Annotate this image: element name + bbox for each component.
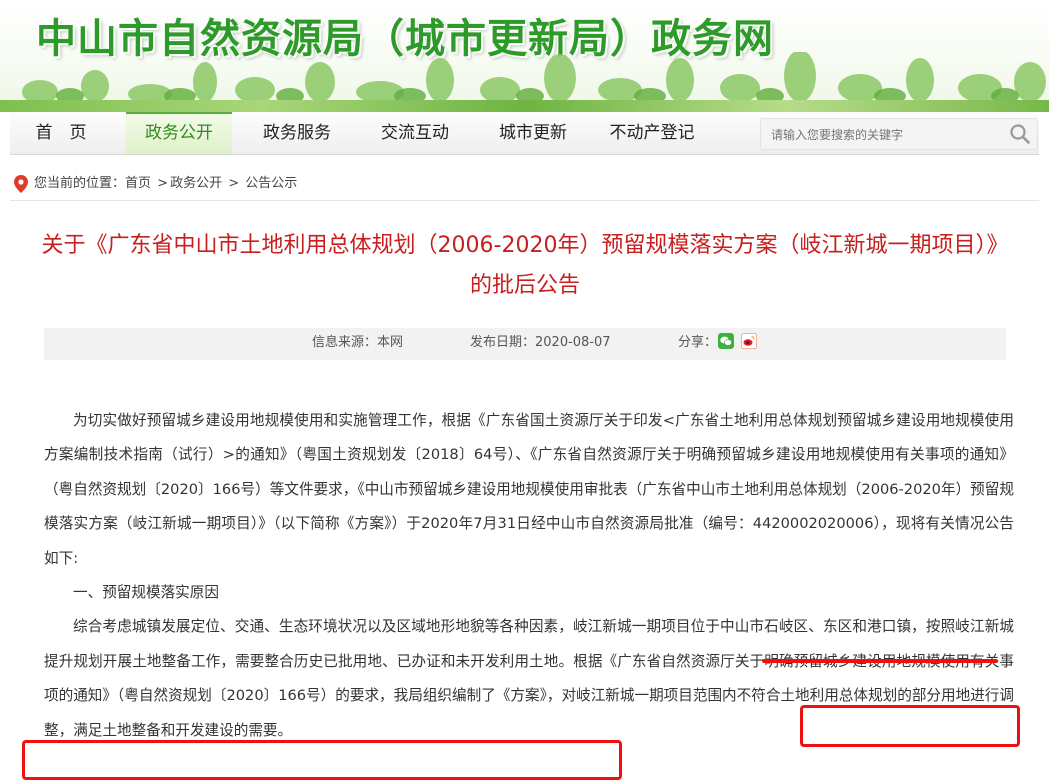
info-source: 信息来源：本网 (312, 335, 404, 350)
nav-item-urban-renewal[interactable]: 城市更新 (480, 112, 586, 154)
search-icon[interactable] (1009, 123, 1031, 145)
search-box (760, 118, 1038, 150)
breadcrumb-announcements[interactable]: 公告公示 (245, 176, 297, 191)
nav-item-real-estate-registration[interactable]: 不动产登记 (594, 112, 710, 154)
breadcrumb-separator: > (157, 176, 169, 191)
article-body: 为切实做好预留城乡建设用地规模使用和实施管理工作，根据《广东省国土资源厅关于印发… (44, 404, 1014, 748)
header-banner: 中山市自然资源局（城市更新局）政务网 (0, 0, 1049, 112)
breadcrumb: 您当前的位置：首页 > 政务公开 > 公告公示 (14, 172, 297, 196)
breadcrumb-government-affairs[interactable]: 政务公开 (170, 176, 222, 191)
breadcrumb-divider (10, 200, 1039, 201)
article-meta-bar: 信息来源：本网 发布日期：2020-08-07 分享： (44, 328, 1006, 360)
breadcrumb-prefix: 您当前的位置： (34, 176, 126, 191)
main-nav: 首 页 政务公开 政务服务 交流互动 城市更新 不动产登记 (10, 112, 1039, 155)
grass-strip (0, 100, 1049, 112)
location-pin-icon (14, 174, 28, 193)
search-input[interactable] (769, 123, 993, 147)
weibo-icon[interactable] (741, 333, 757, 349)
red-highlight-box (22, 740, 622, 780)
section-heading: 一、预留规模落实原因 (73, 584, 219, 602)
red-underline-annotation (762, 659, 998, 663)
publish-date: 发布日期：2020-08-07 (470, 335, 611, 350)
nav-item-government-services[interactable]: 政务服务 (244, 112, 350, 154)
breadcrumb-separator: > (228, 176, 240, 191)
red-highlight-box (800, 705, 1020, 747)
nav-item-government-affairs[interactable]: 政务公开 (126, 112, 232, 154)
tree-decoration (22, 52, 1046, 102)
article-title: 关于《广东省中山市土地利用总体规划（2006-2020年）预留规模落实方案（岐江… (41, 233, 1009, 298)
wechat-icon[interactable] (718, 333, 734, 349)
breadcrumb-home[interactable]: 首页 (125, 176, 151, 191)
nav-item-home[interactable]: 首 页 (10, 112, 112, 154)
nav-item-interaction[interactable]: 交流互动 (362, 112, 468, 154)
share-label: 分享： (678, 335, 718, 350)
article-paragraph: 为切实做好预留城乡建设用地规模使用和实施管理工作，根据《广东省国土资源厅关于印发… (44, 412, 1014, 567)
